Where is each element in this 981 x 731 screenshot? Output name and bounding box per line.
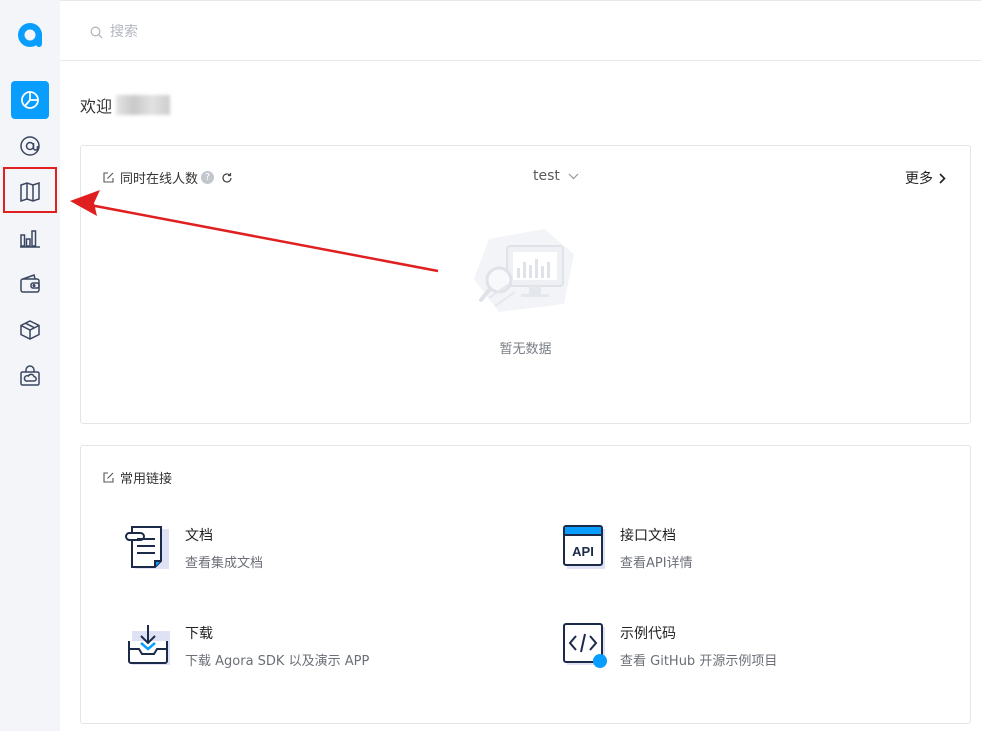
link-sample-code-desc: 查看 GitHub 开源示例项目	[620, 654, 778, 669]
search-input[interactable]	[108, 23, 312, 41]
main-content: 欢迎 同时在线人数 ? test 更多	[60, 0, 981, 731]
link-docs[interactable]: 文档 查看集成文档	[125, 523, 263, 574]
chevron-down-icon	[568, 173, 579, 179]
sidebar-item-billing[interactable]	[11, 265, 49, 303]
online-users-card: 同时在线人数 ? test 更多 暂无数据	[80, 145, 971, 424]
project-selector-value: test	[533, 168, 560, 184]
code-icon	[563, 623, 607, 668]
search-icon	[90, 26, 103, 38]
link-sample-code-title: 示例代码	[620, 626, 676, 642]
link-download[interactable]: 下载 下载 Agora SDK 以及演示 APP	[125, 621, 369, 672]
project-selector[interactable]: test	[533, 168, 579, 184]
link-download-title: 下载	[185, 626, 213, 642]
link-docs-desc: 查看集成文档	[185, 556, 264, 571]
dashboard-pie-icon	[21, 91, 39, 109]
sidebar-item-products[interactable]	[11, 311, 49, 349]
link-download-desc: 下载 Agora SDK 以及演示 APP	[185, 654, 370, 669]
frequent-links-header: 常用链接	[103, 468, 172, 487]
welcome-text: 欢迎	[80, 93, 171, 117]
api-icon: API	[563, 525, 605, 569]
cube-icon	[20, 320, 40, 340]
map-icon	[20, 181, 40, 203]
refresh-icon[interactable]	[221, 172, 233, 184]
online-users-header: 同时在线人数 ?	[103, 168, 233, 187]
agora-logo-icon[interactable]	[14, 18, 48, 52]
top-bar	[60, 0, 981, 61]
search-box[interactable]	[90, 23, 312, 41]
online-users-title: 同时在线人数	[120, 172, 199, 187]
link-sample-code[interactable]: 示例代码 查看 GitHub 开源示例项目	[560, 621, 777, 672]
sidebar-item-contact[interactable]	[11, 127, 49, 165]
blurred-username	[116, 95, 171, 115]
empty-data-illustration-icon	[474, 229, 574, 312]
welcome-label: 欢迎	[80, 97, 113, 116]
document-icon	[125, 526, 169, 569]
edit-square-icon	[103, 172, 114, 183]
bar-chart-icon	[20, 230, 40, 248]
api-icon-text: API	[572, 544, 594, 559]
edit-square-icon	[103, 472, 114, 483]
frequent-links-card: 常用链接 文档 查看集成文档 API 接口文档 查看API详情 下载 下载 Ag…	[80, 445, 971, 724]
link-api-docs-desc: 查看API详情	[620, 556, 693, 571]
help-icon[interactable]: ?	[201, 171, 215, 184]
sidebar-item-dashboard[interactable]	[11, 81, 49, 119]
chevron-right-icon	[939, 172, 946, 184]
download-icon	[128, 625, 170, 665]
sidebar	[0, 0, 60, 731]
sidebar-item-analytics[interactable]	[11, 219, 49, 257]
empty-data-text: 暂无数据	[499, 342, 552, 357]
wallet-icon	[20, 274, 40, 293]
sidebar-item-map[interactable]	[3, 167, 57, 213]
at-sign-icon	[20, 136, 40, 156]
more-label: 更多	[905, 171, 933, 187]
sidebar-item-marketplace[interactable]	[11, 357, 49, 395]
frequent-links-title: 常用链接	[120, 472, 173, 487]
link-api-docs[interactable]: API 接口文档 查看API详情	[560, 523, 693, 574]
link-docs-title: 文档	[185, 528, 213, 544]
more-link[interactable]: 更多	[905, 168, 946, 188]
link-api-docs-title: 接口文档	[620, 528, 676, 544]
cloud-bag-icon	[20, 365, 40, 386]
